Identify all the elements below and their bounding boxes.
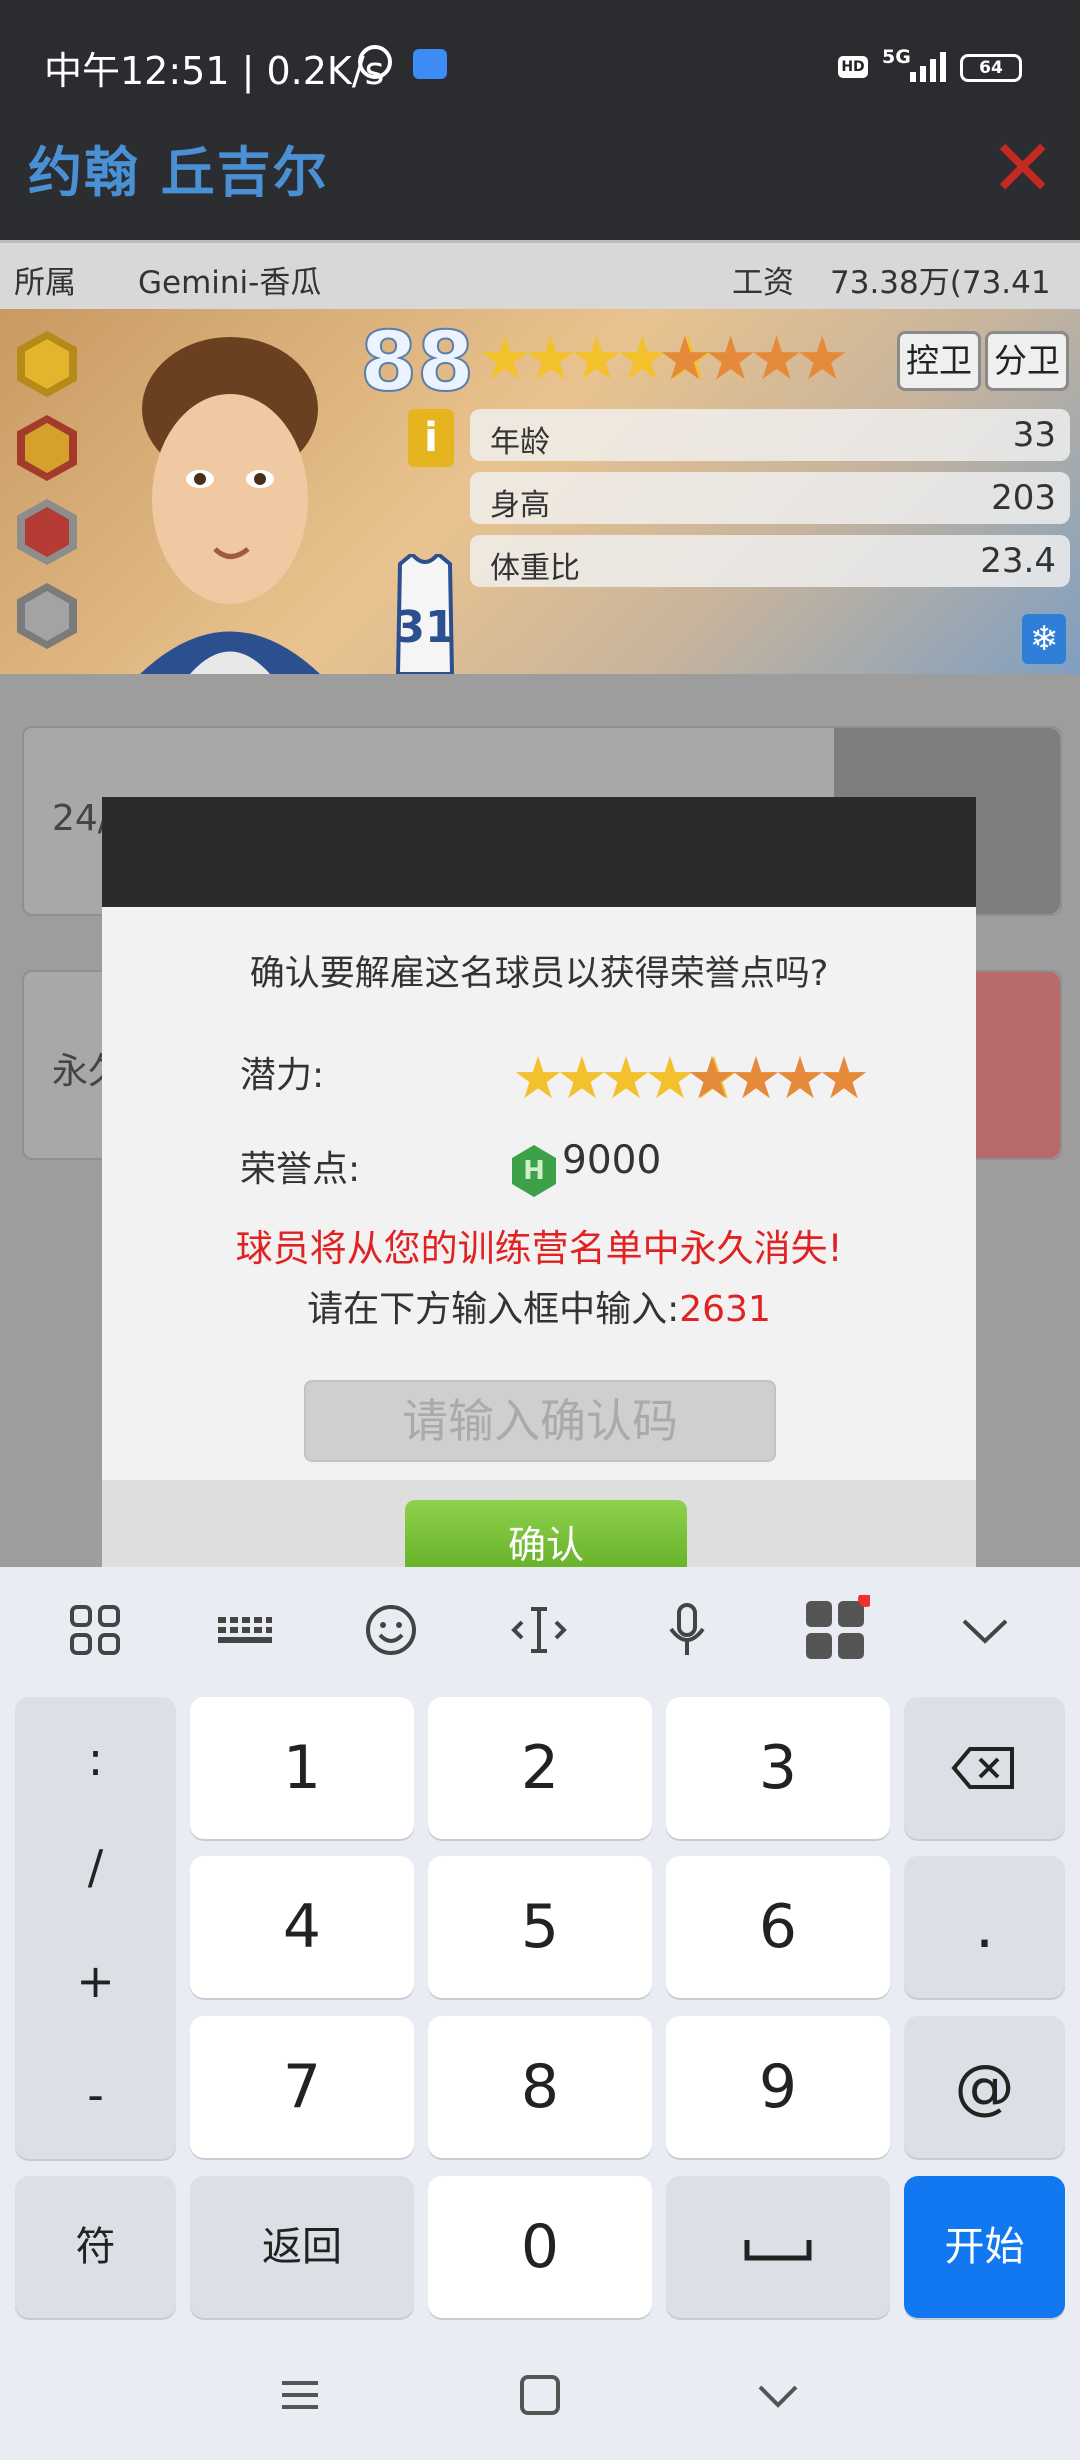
colon-key[interactable]: : (15, 1732, 176, 1786)
network-type: 5G (882, 46, 911, 68)
potential-label: 潜力: (240, 1055, 325, 1096)
key-6[interactable]: 6 (666, 1856, 890, 1998)
back-nav-icon[interactable] (748, 2365, 808, 2425)
stat-label: 年龄 (490, 425, 550, 460)
jersey-icon: 31 (390, 554, 460, 674)
status-bar: 中午12:51 | 0.2K/s HD 5G 64 (0, 0, 1080, 105)
warning-text: 球员将从您的训练营名单中永久消失! (235, 1227, 843, 1270)
player-name: 约翰 丘吉尔 (28, 141, 329, 204)
stat-label: 身高 (490, 488, 550, 523)
skill-badge-icon[interactable] (17, 331, 77, 397)
close-x-icon[interactable]: ✕ (990, 130, 1055, 208)
emoji-icon[interactable] (356, 1595, 426, 1665)
honor-label: 荣誉点: (240, 1149, 361, 1190)
stat-value: 33 (1012, 415, 1056, 455)
back-key[interactable]: 返回 (190, 2176, 414, 2318)
position-pg-button[interactable]: 控卫 (897, 331, 981, 391)
tools-icon[interactable] (800, 1595, 870, 1665)
stat-row: 年龄 33 (470, 409, 1070, 461)
key-3[interactable]: 3 (666, 1697, 890, 1839)
symbol-key[interactable]: 符 (15, 2176, 176, 2318)
lock-icon[interactable] (17, 583, 77, 649)
skill-badge-icon[interactable] (17, 415, 77, 481)
player-card: 88 ★★★★★ ★★★★ 控卫 分卫 i 年龄 33 身高 203 体重比 2… (0, 309, 1080, 674)
dialog-header (102, 797, 976, 907)
confirm-button[interactable]: 确认 (405, 1500, 687, 1567)
keyboard-icon[interactable] (208, 1595, 278, 1665)
slash-key[interactable]: / (15, 1840, 176, 1894)
dialog-question: 确认要解雇这名球员以获得荣誉点吗? (249, 954, 829, 994)
minus-key[interactable]: - (15, 2068, 176, 2122)
signal-icon (910, 52, 946, 82)
honor-value: 9000 (562, 1138, 662, 1183)
stat-row: 身高 203 (470, 472, 1070, 524)
info-icon[interactable]: i (408, 409, 454, 467)
key-4[interactable]: 4 (190, 1856, 414, 1998)
plus-key[interactable]: + (15, 1954, 176, 2008)
hd-icon: HD (838, 56, 868, 78)
start-key[interactable]: 开始 (904, 2176, 1065, 2318)
confirm-code-input[interactable]: 请输入确认码 (304, 1380, 776, 1462)
collapse-chevron-icon[interactable] (950, 1595, 1020, 1665)
key-2[interactable]: 2 (428, 1697, 652, 1839)
key-1[interactable]: 1 (190, 1697, 414, 1839)
apps-grid-icon[interactable] (60, 1595, 130, 1665)
instruction-text: 请在下方输入框中输入:2631 (102, 1280, 976, 1332)
team-value: Gemini-香瓜 (138, 265, 322, 301)
space-key[interactable] (666, 2176, 890, 2318)
player-avatar (140, 337, 320, 674)
key-5[interactable]: 5 (428, 1856, 652, 1998)
home-nav-icon[interactable] (510, 2365, 570, 2425)
player-stars-half: ★★★★ (658, 324, 849, 394)
key-7[interactable]: 7 (190, 2016, 414, 2158)
app-notification-icon (413, 49, 447, 79)
status-time-speed: 中午12:51 | 0.2K/s (44, 49, 385, 93)
jersey-number: 31 (394, 602, 456, 653)
key-0[interactable]: 0 (428, 2176, 652, 2318)
salary-label: 工资 (732, 265, 794, 301)
menu-nav-icon[interactable] (270, 2365, 330, 2425)
cursor-icon[interactable] (504, 1595, 574, 1665)
backspace-key[interactable] (904, 1697, 1065, 1839)
key-8[interactable]: 8 (428, 2016, 652, 2158)
position-sg-button[interactable]: 分卫 (985, 331, 1069, 391)
team-label: 所属 (14, 265, 76, 301)
confirm-code: 2631 (679, 1289, 771, 1330)
player-rating: 88 (359, 314, 475, 411)
backspace-icon (951, 1747, 1014, 1789)
at-key[interactable]: @ (904, 2016, 1065, 2158)
stat-value: 23.4 (980, 541, 1056, 581)
microphone-icon[interactable] (652, 1595, 722, 1665)
stat-value: 203 (991, 478, 1056, 518)
instruction-label: 请在下方输入框中输入: (307, 1289, 680, 1330)
potential-stars-half: ★★★★ (686, 1044, 870, 1112)
skill-badge-icon[interactable] (17, 499, 77, 565)
key-9[interactable]: 9 (666, 2016, 890, 2158)
snowflake-icon[interactable]: ❄ (1022, 614, 1066, 664)
space-icon (744, 2240, 812, 2261)
player-info-strip: 所属 Gemini-香瓜 工资 73.38万(73.41万) (0, 240, 1080, 346)
battery-icon: 64 (960, 54, 1022, 82)
alarm-icon (358, 45, 392, 79)
stat-label: 体重比 (490, 551, 580, 586)
stat-row: 体重比 23.4 (470, 535, 1070, 587)
dot-key[interactable]: . (904, 1856, 1065, 1998)
